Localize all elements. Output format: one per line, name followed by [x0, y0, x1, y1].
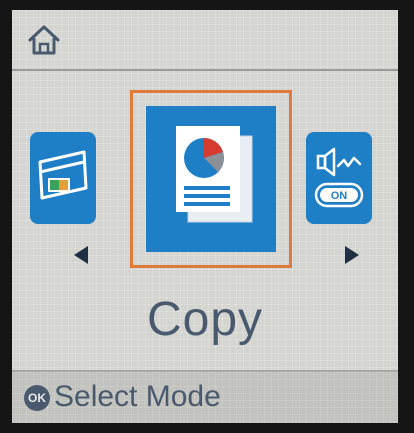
- select-mode-hint: Select Mode: [54, 380, 221, 413]
- right-arrow-icon[interactable]: [345, 246, 359, 264]
- header-divider: [12, 69, 398, 71]
- scanner-icon: [38, 150, 88, 200]
- left-arrow-icon[interactable]: [74, 246, 88, 264]
- speaker-sound-icon: ON: [314, 147, 364, 208]
- top-bar: [12, 10, 398, 68]
- mode-tile-sound[interactable]: ON: [306, 132, 372, 224]
- copy-document-icon: [176, 126, 253, 223]
- sound-on-badge: ON: [331, 190, 348, 202]
- home-icon[interactable]: [26, 22, 62, 58]
- lcd-screen: ON Copy OK Select Mode: [12, 10, 398, 423]
- mode-label: Copy: [146, 293, 264, 346]
- mode-selection-frame: [130, 90, 292, 268]
- bottom-hint-bar: OK Select Mode: [12, 370, 398, 423]
- device-bezel: ON Copy OK Select Mode: [0, 0, 414, 433]
- ok-button-icon: OK: [24, 385, 50, 411]
- mode-tile-scan[interactable]: [30, 132, 96, 224]
- mode-tile-copy[interactable]: [146, 106, 276, 252]
